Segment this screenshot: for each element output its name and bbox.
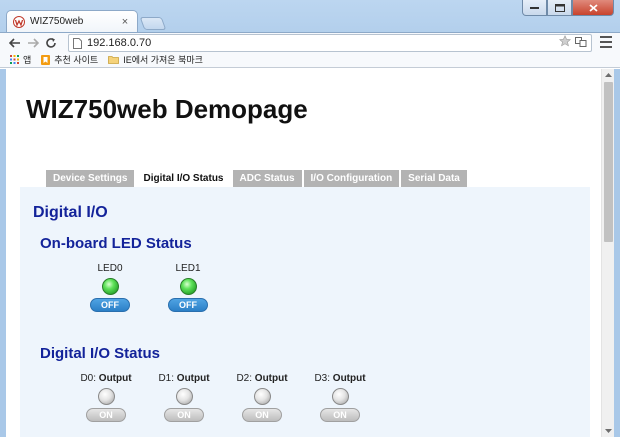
dio-lamp-icon [175, 388, 193, 405]
led1-indicator: LED1 OFF [164, 263, 212, 312]
close-icon [588, 3, 598, 12]
reload-icon [46, 37, 56, 48]
page-tabs: Device Settings Digital I/O Status ADC S… [46, 170, 467, 187]
browser-tab[interactable]: WIZ750web × [6, 10, 138, 32]
dio-name: D2: [236, 373, 253, 384]
tab-serial-data[interactable]: Serial Data [401, 170, 467, 187]
bookmark-star-icon[interactable] [558, 34, 572, 52]
dio-name: D3: [314, 373, 331, 384]
bookmark-label: 앱 [23, 55, 32, 65]
scrollbar-thumb[interactable] [604, 82, 613, 242]
bookmark-recommended-sites[interactable]: 추천 사이트 [41, 53, 98, 66]
window-controls [522, 0, 614, 16]
dio-label: D0: Output [80, 373, 131, 384]
scroll-up-button[interactable] [602, 69, 615, 81]
bookmark-label: 추천 사이트 [54, 55, 99, 65]
dio-mode: Output [98, 373, 132, 384]
d2-toggle-button[interactable]: ON [242, 408, 282, 422]
d1-toggle-button[interactable]: ON [164, 408, 204, 422]
maximize-button[interactable] [547, 0, 572, 16]
bookmark-page-icon [41, 54, 51, 65]
dio-lamp-icon [97, 388, 115, 405]
d3-toggle-button[interactable]: ON [320, 408, 360, 422]
page-icon [73, 37, 82, 49]
led-status-heading: On-board LED Status [40, 235, 192, 252]
dio-label: D2: Output [236, 373, 287, 384]
folder-icon [108, 55, 120, 64]
browser-chrome: WIZ750web × 192.168.0.70 앱 추천 사이트 IE에서 가… [0, 0, 620, 68]
window-frame-right [614, 69, 620, 437]
tab-digital-io-status[interactable]: Digital I/O Status [136, 170, 231, 187]
dio-lamp-icon [253, 388, 271, 405]
address-bar[interactable]: 192.168.0.70 [68, 34, 592, 52]
url-text[interactable]: 192.168.0.70 [87, 37, 559, 49]
dio-mode: Output [254, 373, 288, 384]
close-window-button[interactable] [572, 0, 614, 16]
led-lamp-icon [101, 278, 119, 295]
scroll-down-arrow-icon [605, 429, 612, 433]
browser-toolbar: 192.168.0.70 [0, 32, 620, 52]
section-title: Digital I/O [33, 204, 108, 221]
wiznet-favicon-icon [13, 15, 25, 28]
d2-indicator: D2: Output ON [236, 373, 288, 422]
page-action-icon[interactable] [575, 34, 587, 52]
vertical-scrollbar[interactable] [601, 69, 614, 437]
bookmark-apps[interactable]: 앱 [10, 53, 31, 66]
led1-toggle-button[interactable]: OFF [168, 298, 208, 312]
tab-device-settings[interactable]: Device Settings [46, 170, 135, 187]
d0-toggle-button[interactable]: ON [86, 408, 126, 422]
back-arrow-icon [9, 37, 20, 48]
d1-indicator: D1: Output ON [158, 373, 210, 422]
reload-button[interactable] [42, 34, 60, 52]
tab-adc-status[interactable]: ADC Status [232, 170, 302, 187]
dio-label: D1: Output [158, 373, 209, 384]
dio-lamp-icon [331, 388, 349, 405]
bookmark-ie-folder[interactable]: IE에서 가져온 북마크 [108, 53, 203, 66]
restore-icon [554, 3, 565, 12]
bookmarks-bar: 앱 추천 사이트 IE에서 가져온 북마크 [0, 52, 620, 68]
minimize-icon [530, 6, 539, 9]
dio-name: D1: [158, 373, 175, 384]
scroll-down-button[interactable] [602, 425, 615, 437]
d3-indicator: D3: Output ON [314, 373, 366, 422]
page-title: WIZ750web Demopage [26, 94, 308, 124]
minimize-button[interactable] [522, 0, 547, 16]
dio-label: D3: Output [314, 373, 365, 384]
chrome-menu-icon[interactable] [600, 36, 612, 48]
dio-status-heading: Digital I/O Status [40, 345, 161, 362]
digital-io-panel: Digital I/O On-board LED Status LED0 OFF… [20, 187, 590, 437]
apps-grid-icon [10, 55, 19, 64]
tab-title: WIZ750web [30, 16, 84, 27]
d0-indicator: D0: Output ON [80, 373, 132, 422]
led0-indicator: LED0 OFF [86, 263, 134, 312]
led-lamp-icon [179, 278, 197, 295]
dio-mode: Output [332, 373, 366, 384]
new-tab-button[interactable] [139, 17, 167, 30]
dio-mode: Output [176, 373, 210, 384]
led0-toggle-button[interactable]: OFF [90, 298, 130, 312]
bookmark-label: IE에서 가져온 북마크 [123, 55, 203, 65]
led-label: LED1 [175, 263, 201, 274]
tab-io-configuration[interactable]: I/O Configuration [303, 170, 400, 187]
scroll-up-arrow-icon [605, 73, 612, 77]
page-viewport: WIZ750web Demopage Device Settings Digit… [6, 69, 601, 437]
close-tab-icon[interactable]: × [119, 16, 131, 28]
led-label: LED0 [97, 263, 123, 274]
forward-button[interactable] [24, 34, 42, 52]
back-button[interactable] [6, 34, 24, 52]
dio-name: D0: [80, 373, 97, 384]
forward-arrow-icon [28, 37, 39, 48]
